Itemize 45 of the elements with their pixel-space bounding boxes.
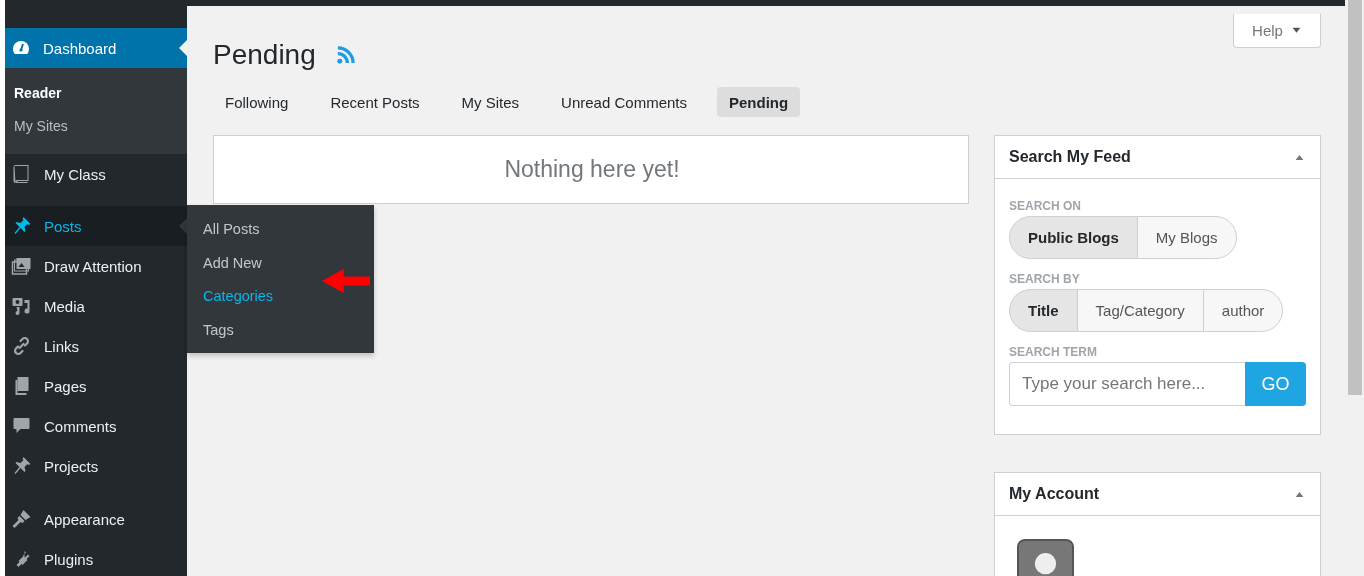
sidebar-menu-item[interactable]: Appearance: [5, 499, 187, 539]
sidebar-menu-item[interactable]: Draw Attention: [5, 246, 187, 286]
panel-title: Search My Feed: [1009, 148, 1132, 166]
tab[interactable]: My Sites: [449, 87, 532, 117]
submenu-item[interactable]: My Sites: [14, 113, 68, 146]
sidebar-menu-item[interactable]: Posts: [5, 206, 187, 246]
page-title: Pending: [213, 40, 316, 70]
flyout-menu-item[interactable]: Tags: [203, 313, 234, 347]
sidebar-menu-item[interactable]: Pages: [5, 366, 187, 406]
field-label: SEARCH TERM: [1009, 345, 1098, 359]
segment-option[interactable]: author: [1202, 289, 1284, 332]
submenu-item[interactable]: Reader: [14, 80, 62, 113]
link-icon: [11, 336, 32, 356]
book-icon: [11, 164, 32, 184]
search-field[interactable]: Type your search here...: [1009, 362, 1245, 406]
sidebar-menu-item[interactable]: Projects: [5, 446, 187, 486]
segment-option[interactable]: Tag/Category: [1076, 289, 1204, 332]
images-icon: [11, 256, 32, 276]
field-label: SEARCH BY: [1009, 272, 1081, 286]
tab[interactable]: Unread Comments: [549, 87, 699, 117]
media-icon: [11, 296, 32, 316]
sidebar-menu-item[interactable]: My Class: [5, 154, 187, 194]
flyout-menu-item[interactable]: Categories: [203, 280, 274, 314]
segment-option[interactable]: Title: [1009, 289, 1078, 332]
flyout-menu-item[interactable]: All Posts: [203, 213, 260, 247]
dropdown-triangle-icon: [1290, 25, 1302, 36]
sidebar-menu-item[interactable]: Comments: [5, 406, 187, 446]
rss-feed-icon: [335, 45, 355, 65]
pointer-arrow: [322, 266, 370, 296]
sidebar-menu-item[interactable]: Dashboard: [5, 28, 187, 68]
sidebar-menu-item[interactable]: Links: [5, 326, 187, 366]
segment-option[interactable]: Public Blogs: [1009, 216, 1138, 259]
brush-icon: [11, 509, 32, 529]
tab[interactable]: Following: [213, 87, 301, 117]
field-label: SEARCH ON: [1009, 199, 1082, 213]
sidebar-menu-item[interactable]: Media: [5, 286, 187, 326]
tab[interactable]: Recent Posts: [318, 87, 432, 117]
scrollbar-thumb[interactable]: [1347, 0, 1362, 395]
panel-title: My Account: [1009, 485, 1101, 503]
segment-option[interactable]: My Blogs: [1136, 216, 1237, 259]
tab[interactable]: Pending: [717, 87, 801, 117]
empty-message: Nothing here yet!: [504, 156, 680, 183]
flyout-menu-item[interactable]: Add New: [203, 246, 262, 280]
help-button[interactable]: Help: [1233, 14, 1321, 48]
sidebar-menu-item[interactable]: Plugins: [5, 539, 187, 576]
